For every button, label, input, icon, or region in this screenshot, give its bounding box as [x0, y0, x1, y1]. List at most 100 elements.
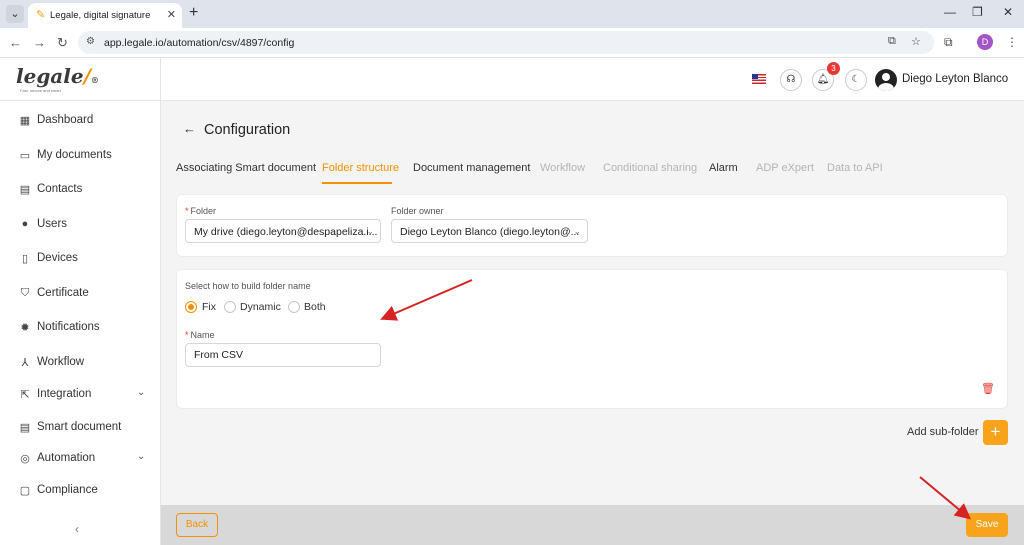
tab-conditional-sharing[interactable]: Conditional sharing	[603, 162, 697, 174]
forward-arrow-icon[interactable]: →	[33, 35, 46, 50]
sidebar-item-workflow[interactable]: ⅄ Workflow	[0, 346, 161, 380]
bookmark-star-icon[interactable]: ☆	[911, 35, 921, 48]
user-avatar[interactable]	[875, 69, 897, 91]
tab-alarm[interactable]: Alarm	[709, 162, 738, 174]
close-window-icon[interactable]: ✕	[1003, 5, 1013, 19]
back-arrow-icon[interactable]: ←	[9, 35, 22, 50]
save-button[interactable]: Save	[966, 513, 1008, 537]
page-title: Configuration	[204, 122, 291, 138]
logo[interactable]: legale/® Fast, secure and smart	[0, 58, 161, 101]
cast-icon[interactable]: ⧉	[888, 35, 896, 48]
radio-both-label[interactable]: Both	[304, 301, 326, 313]
sidebar-item-compliance[interactable]: ▢ Compliance	[0, 474, 161, 508]
tab-search-chevron-icon[interactable]: ⌄	[6, 5, 24, 23]
sidebar: legale/® Fast, secure and smart ▦ Dashboa…	[0, 58, 161, 545]
sidebar-item-users[interactable]: ● Users	[0, 208, 161, 242]
sidebar-item-automation[interactable]: ◎ Automation ⌄	[0, 442, 161, 476]
action-footer: Back Save	[161, 505, 1024, 545]
browser-menu-icon[interactable]: ⋮	[1006, 35, 1018, 49]
smart-document-icon: ▤	[19, 422, 31, 434]
shield-icon: ⛉	[20, 287, 30, 299]
tab-folder-structure[interactable]: Folder structure	[322, 162, 399, 174]
tab-title: Legale, digital signature	[50, 10, 151, 21]
folder-select-value: My drive (diego.leyton@despapeliza.i...	[194, 226, 378, 238]
radio-fix-label[interactable]: Fix	[202, 301, 216, 313]
alarm-icon: ✹	[20, 322, 30, 334]
url-text: app.legale.io/automation/csv/4897/config	[104, 37, 295, 49]
sidebar-item-dashboard[interactable]: ▦ Dashboard	[0, 104, 161, 138]
tab-workflow[interactable]: Workflow	[540, 162, 585, 174]
sidebar-item-smart-document[interactable]: ▤ Smart document	[0, 411, 161, 445]
sidebar-item-certificate[interactable]: ⛉ Certificate	[0, 277, 161, 311]
radio-dynamic[interactable]	[224, 301, 236, 313]
notification-count-badge: 3	[827, 62, 840, 75]
minimize-icon[interactable]: —	[944, 5, 956, 19]
back-arrow-icon[interactable]: ←	[183, 121, 196, 136]
browser-tabstrip: ⌄ ✎ Legale, digital signature ✕ + — ❐ ✕	[0, 0, 1024, 28]
contacts-icon: ▤	[19, 184, 31, 196]
back-button[interactable]: Back	[176, 513, 218, 537]
browser-tab[interactable]: ✎ Legale, digital signature ✕	[28, 3, 182, 28]
dashboard-icon: ▦	[19, 115, 31, 127]
user-name[interactable]: Diego Leyton Blanco	[902, 73, 1008, 85]
folder-card: * Folder My drive (diego.leyton@despapeli…	[176, 194, 1008, 257]
new-tab-plus-icon[interactable]: +	[189, 4, 198, 22]
external-link-icon: ⇱	[20, 389, 30, 401]
sidebar-item-label: Integration	[37, 388, 92, 400]
chat-icon: ▢	[19, 485, 31, 497]
tab-document-management[interactable]: Document management	[413, 162, 530, 174]
chevron-down-icon[interactable]: ⌄	[137, 451, 145, 462]
main-content: ← Configuration Associating Smart docume…	[161, 101, 1024, 505]
folder-name-card: Select how to build folder name Fix Dyna…	[176, 269, 1008, 409]
name-label: * Name	[185, 330, 215, 340]
folder-icon: ▭	[19, 150, 31, 162]
sidebar-item-integration[interactable]: ⇱ Integration ⌄	[0, 378, 161, 412]
profile-avatar[interactable]: D	[977, 34, 993, 50]
restore-icon[interactable]: ❐	[972, 5, 983, 19]
sidebar-item-label: Users	[37, 218, 68, 230]
sidebar-item-devices[interactable]: ▯ Devices	[0, 242, 161, 276]
add-subfolder-label[interactable]: Add sub-folder	[907, 426, 979, 438]
logo-tagline: Fast, secure and smart	[20, 88, 61, 93]
radio-both[interactable]	[288, 301, 300, 313]
trash-icon[interactable]: 🗑︎	[981, 382, 995, 395]
device-icon: ▯	[21, 253, 29, 265]
address-bar[interactable]: ⚙ app.legale.io/automation/csv/4897/conf…	[78, 31, 934, 54]
chevron-down-icon: ⌄	[366, 226, 374, 236]
tab-adp-expert[interactable]: ADP eXpert	[756, 162, 814, 174]
sidebar-item-notifications[interactable]: ✹ Notifications	[0, 311, 161, 345]
folder-owner-select-value: Diego Leyton Blanco (diego.leyton@...	[400, 226, 580, 238]
chevron-down-icon[interactable]: ⌄	[137, 387, 145, 398]
sidebar-item-my-documents[interactable]: ▭ My documents	[0, 139, 161, 173]
user-icon: ●	[21, 218, 29, 230]
workflow-icon: ⅄	[21, 357, 29, 369]
sidebar-item-label: Contacts	[37, 183, 83, 195]
theme-toggle-icon[interactable]: ☾	[845, 69, 867, 91]
reload-icon[interactable]: ↻	[57, 35, 68, 51]
add-subfolder-button[interactable]: +	[983, 420, 1008, 445]
sidebar-item-label: Workflow	[37, 356, 85, 368]
radio-dynamic-label[interactable]: Dynamic	[240, 301, 281, 313]
logo-wordmark: legale/®	[16, 64, 99, 88]
folder-name-input[interactable]	[185, 343, 381, 367]
sidebar-item-label: Devices	[37, 252, 78, 264]
support-headset-icon[interactable]: ☊	[780, 69, 802, 91]
chevron-down-icon: ⌄	[573, 226, 581, 236]
folder-owner-label: Folder owner	[391, 206, 444, 216]
sidebar-item-label: Dashboard	[37, 114, 94, 126]
sidebar-item-contacts[interactable]: ▤ Contacts	[0, 173, 161, 207]
radio-fix[interactable]	[185, 301, 197, 313]
tab-data-to-api[interactable]: Data to API	[827, 162, 883, 174]
us-flag-icon[interactable]	[752, 74, 766, 84]
automation-icon: ◎	[20, 453, 30, 465]
tab-associating-smart-document[interactable]: Associating Smart document	[176, 162, 316, 174]
sidebar-item-label: Certificate	[37, 287, 89, 299]
sidebar-item-label: My documents	[37, 149, 112, 161]
extensions-icon[interactable]: ⧉	[944, 35, 953, 50]
site-settings-icon[interactable]: ⚙	[86, 36, 95, 47]
folder-select[interactable]: My drive (diego.leyton@despapeliza.i... …	[185, 219, 381, 243]
collapse-sidebar-icon[interactable]: ‹	[75, 522, 79, 536]
legale-favicon-icon: ✎	[36, 9, 46, 21]
folder-owner-select[interactable]: Diego Leyton Blanco (diego.leyton@... ⌄	[391, 219, 588, 243]
close-tab-icon[interactable]: ✕	[167, 8, 176, 21]
